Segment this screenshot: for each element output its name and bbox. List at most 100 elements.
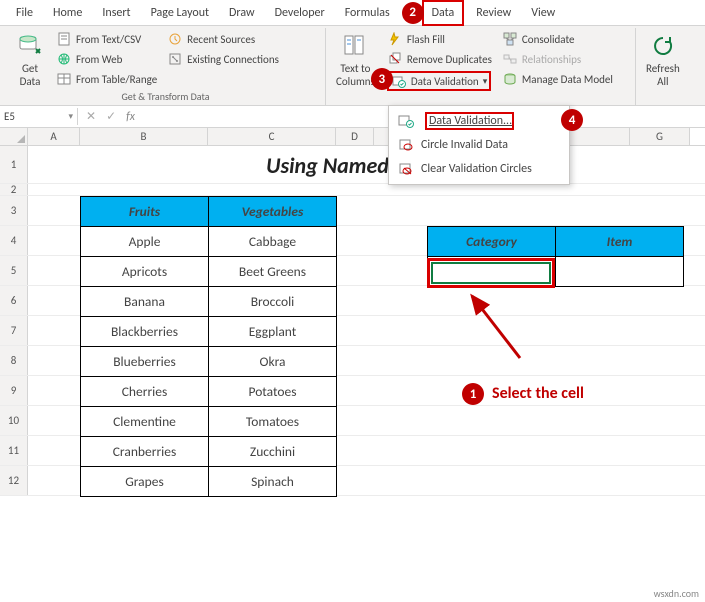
recent-sources-button[interactable]: Recent Sources: [165, 30, 281, 48]
cell-fruit[interactable]: Cherries: [81, 377, 209, 407]
connections-icon: [167, 51, 183, 67]
tab-home[interactable]: Home: [45, 2, 90, 24]
from-web-label: From Web: [76, 53, 122, 66]
row-header-7[interactable]: 7: [0, 316, 28, 345]
th-item: Item: [556, 227, 684, 257]
circle-invalid-icon: [397, 137, 415, 153]
row-header-4[interactable]: 4: [0, 226, 28, 255]
data-validation-label: Data Validation: [411, 75, 479, 88]
name-box[interactable]: E5 ▾: [0, 108, 78, 125]
consolidate-button[interactable]: Consolidate: [500, 30, 615, 48]
formula-bar: E5 ▾ ✕ ✓ fx: [0, 106, 705, 128]
callout-3: 3: [371, 68, 393, 90]
flash-fill-label: Flash Fill: [407, 33, 445, 46]
cell-veg[interactable]: Okra: [209, 347, 337, 377]
from-web-button[interactable]: From Web: [54, 50, 159, 68]
remove-duplicates-button[interactable]: Remove Duplicates: [385, 50, 494, 68]
flash-fill-button[interactable]: Flash Fill: [385, 30, 494, 48]
refresh-icon: [649, 32, 677, 60]
th-fruits: Fruits: [81, 197, 209, 227]
data-validation-split-button[interactable]: 3 Data Validation ▾: [385, 70, 494, 92]
cell-fruit[interactable]: Blueberries: [81, 347, 209, 377]
refresh-label: Refresh All: [646, 62, 680, 88]
cell-category-value[interactable]: [428, 257, 556, 287]
ribbon-tabs: File Home Insert Page Layout Draw Develo…: [0, 0, 705, 26]
tab-page-layout[interactable]: Page Layout: [143, 2, 217, 24]
data-validation-dropdown: Data Validation... 4 Circle Invalid Data…: [388, 105, 570, 185]
cell-veg[interactable]: Zucchini: [209, 437, 337, 467]
dropdown-clear-label: Clear Validation Circles: [421, 162, 532, 176]
watermark: wsxdn.com: [654, 587, 699, 600]
consolidate-icon: [502, 31, 518, 47]
cell-fruit[interactable]: Apple: [81, 227, 209, 257]
col-header-D[interactable]: D: [336, 128, 374, 145]
file-text-icon: [56, 31, 72, 47]
dropdown-item-clear-circles[interactable]: Clear Validation Circles: [389, 157, 569, 181]
row-header-3[interactable]: 3: [0, 196, 28, 225]
col-header-G[interactable]: G: [630, 128, 690, 145]
chevron-down-icon: ▾: [483, 76, 488, 87]
existing-connections-button[interactable]: Existing Connections: [165, 50, 281, 68]
existing-conn-label: Existing Connections: [187, 53, 279, 66]
row-header-8[interactable]: 8: [0, 346, 28, 375]
cancel-icon: ✕: [86, 109, 96, 124]
row-header-12[interactable]: 12: [0, 466, 28, 495]
row-header-9[interactable]: 9: [0, 376, 28, 405]
tab-formulas[interactable]: Formulas: [337, 2, 398, 24]
cell-veg[interactable]: Cabbage: [209, 227, 337, 257]
tab-draw[interactable]: Draw: [221, 2, 263, 24]
tab-developer[interactable]: Developer: [267, 2, 333, 24]
cell-fruit[interactable]: Banana: [81, 287, 209, 317]
row-header-6[interactable]: 6: [0, 286, 28, 315]
flash-fill-icon: [387, 31, 403, 47]
text-columns-icon: [341, 32, 369, 60]
cell-item-value[interactable]: [556, 257, 684, 287]
recent-sources-label: Recent Sources: [187, 33, 255, 46]
data-model-icon: [502, 71, 518, 87]
cell-fruit[interactable]: Blackberries: [81, 317, 209, 347]
tab-data[interactable]: Data: [422, 0, 465, 26]
remove-dup-label: Remove Duplicates: [407, 53, 492, 66]
data-validation-icon: [391, 73, 407, 89]
row-header-11[interactable]: 11: [0, 436, 28, 465]
category-item-table: CategoryItem: [427, 226, 684, 287]
cell-fruit[interactable]: Cranberries: [81, 437, 209, 467]
cell-veg[interactable]: Spinach: [209, 467, 337, 497]
dropdown-item-data-validation[interactable]: Data Validation... 4: [389, 109, 569, 133]
refresh-all-button[interactable]: Refresh All: [642, 30, 684, 90]
cell-veg[interactable]: Broccoli: [209, 287, 337, 317]
col-header-C[interactable]: C: [208, 128, 336, 145]
dropdown-item-circle-invalid[interactable]: Circle Invalid Data: [389, 133, 569, 157]
cell-fruit[interactable]: Clementine: [81, 407, 209, 437]
cell-fruit[interactable]: Apricots: [81, 257, 209, 287]
manage-data-model-button[interactable]: Manage Data Model: [500, 70, 615, 88]
tab-insert[interactable]: Insert: [94, 2, 138, 24]
dropdown-circle-label: Circle Invalid Data: [421, 138, 508, 152]
group-label-get-transform: Get & Transform Data: [12, 90, 319, 105]
remove-dup-icon: [387, 51, 403, 67]
cell-veg[interactable]: Tomatoes: [209, 407, 337, 437]
from-text-csv-button[interactable]: From Text/CSV: [54, 30, 159, 48]
cell-fruit[interactable]: Grapes: [81, 467, 209, 497]
select-all-corner[interactable]: [0, 128, 28, 145]
row-header-2[interactable]: 2: [0, 184, 28, 195]
col-header-A[interactable]: A: [28, 128, 80, 145]
get-data-label: Get Data: [20, 62, 41, 88]
fx-icon[interactable]: fx: [126, 110, 135, 124]
from-table-range-button[interactable]: From Table/Range: [54, 70, 159, 88]
tab-review[interactable]: Review: [468, 2, 519, 24]
tab-file[interactable]: File: [8, 2, 41, 24]
row-header-1[interactable]: 1: [0, 146, 28, 183]
get-data-button[interactable]: Get Data: [12, 30, 48, 90]
cell-veg[interactable]: Beet Greens: [209, 257, 337, 287]
row-header-10[interactable]: 10: [0, 406, 28, 435]
row-header-5[interactable]: 5: [0, 256, 28, 285]
dropdown-dv-label: Data Validation...: [429, 114, 512, 128]
col-header-B[interactable]: B: [80, 128, 208, 145]
relationships-button: Relationships: [500, 50, 615, 68]
data-validation-icon: [397, 113, 415, 129]
cell-veg[interactable]: Potatoes: [209, 377, 337, 407]
tab-view[interactable]: View: [523, 2, 563, 24]
cell-veg[interactable]: Eggplant: [209, 317, 337, 347]
from-text-csv-label: From Text/CSV: [76, 33, 141, 46]
